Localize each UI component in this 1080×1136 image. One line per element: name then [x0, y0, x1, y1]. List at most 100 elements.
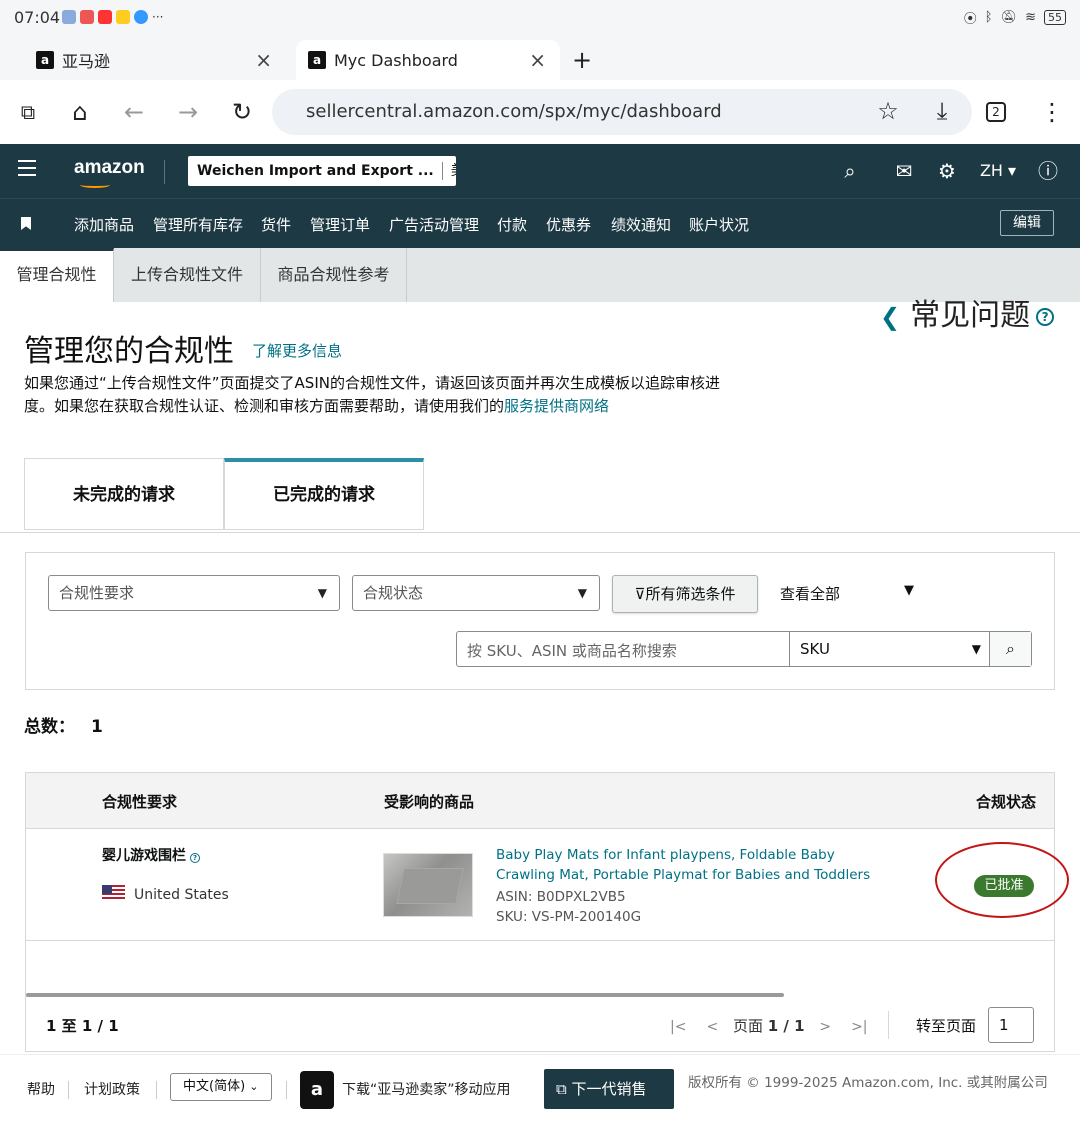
battery-icon: 55 [1044, 10, 1066, 25]
browser-tab-dashboard[interactable]: a Myc Dashboard × [296, 40, 560, 80]
hamburger-menu-icon[interactable] [18, 160, 36, 181]
divider [164, 160, 165, 184]
pagination: |< < 页面 1 / 1 > >| [660, 1015, 878, 1036]
nav-item-coupons[interactable]: 优惠券 [546, 214, 591, 235]
seller-app-icon[interactable]: a [300, 1071, 334, 1109]
amazon-favicon-icon: a [36, 51, 54, 69]
us-flag-icon [102, 885, 125, 901]
meituan-icon [116, 10, 130, 24]
search-bar: 按 SKU、ASIN 或商品名称搜索 SKU ▼ ⌕ [456, 631, 1032, 667]
home-icon[interactable]: ⌂ [66, 98, 94, 126]
help-icon: ? [1036, 307, 1055, 326]
nav-item-add-product[interactable]: 添加商品 [74, 214, 134, 235]
chevron-down-icon[interactable]: ▼ [904, 583, 914, 598]
mail-icon[interactable]: ✉ [892, 158, 916, 184]
nav-item-payments[interactable]: 付款 [497, 214, 527, 235]
divider [888, 1011, 889, 1039]
screenshot-icon[interactable]: ⧉ [14, 98, 42, 126]
total-label: 总数： [24, 717, 75, 737]
forward-icon[interactable]: → [174, 98, 202, 126]
tab-open-requests[interactable]: 未完成的请求 [24, 458, 224, 530]
help-icon[interactable]: ⓘ [1036, 158, 1060, 184]
chevron-down-icon: ▼ [577, 586, 587, 600]
page-title: 管理您的合规性 [24, 334, 234, 369]
divider [441, 162, 443, 180]
last-page-icon[interactable]: >| [851, 1019, 867, 1035]
download-icon[interactable]: ⤓ [928, 97, 956, 125]
wifi-icon: ≋ [1025, 10, 1036, 25]
prev-page-icon[interactable]: < [706, 1019, 718, 1035]
faq-link[interactable]: ❮ 常见问题? [880, 290, 1055, 334]
url-field[interactable]: sellercentral.amazon.com/spx/myc/dashboa… [272, 89, 972, 135]
help-link[interactable]: 帮助 [27, 1079, 55, 1099]
nav-item-inventory[interactable]: 管理所有库存 [153, 214, 243, 235]
chevron-down-icon: ⌄ [249, 1080, 259, 1093]
bookmark-icon[interactable] [21, 217, 31, 230]
search-type-value: SKU [800, 640, 830, 658]
filter-panel: 合规性要求 ▼ 合规状态 ▼ ⊽所有筛选条件 查看全部 ▼ 按 SKU、ASIN 或… [25, 552, 1055, 690]
product-title-link[interactable]: Baby Play Mats for Infant playpens, Fold… [496, 845, 886, 885]
divider [0, 532, 1080, 533]
edit-nav-button[interactable]: 编辑 [1000, 210, 1054, 236]
total-value: 1 [91, 717, 103, 737]
status-select[interactable]: 合规状态 ▼ [352, 575, 600, 611]
language-selector[interactable]: ZH ▾ [978, 158, 1018, 184]
all-filters-button[interactable]: ⊽所有筛选条件 [612, 575, 758, 613]
view-all-select[interactable]: 查看全部 [780, 583, 840, 604]
pager-range: 1 至 1 / 1 [46, 1017, 119, 1035]
reload-icon[interactable]: ↻ [228, 98, 256, 126]
nav-item-shipments[interactable]: 货件 [261, 214, 291, 235]
next-gen-label: 下一代销售 [571, 1080, 647, 1098]
new-tab-button[interactable]: + [572, 40, 592, 80]
close-icon[interactable]: × [255, 48, 272, 72]
product-thumbnail[interactable] [383, 853, 473, 917]
page-description: 如果您通过“上传合规性文件”页面提交了ASIN的合规性文件，请返回该页面并再次生… [24, 372, 724, 418]
browser-tab-amazon[interactable]: a 亚马逊 × [36, 40, 286, 80]
first-page-icon[interactable]: |< [670, 1019, 686, 1035]
search-button[interactable]: ⌕ [989, 632, 1031, 666]
country-label: United States [134, 887, 229, 903]
tab-compliance-reference[interactable]: 商品合规性参考 [261, 248, 407, 302]
table-row: 婴儿游戏围栏? United States Baby Play Mats for… [26, 829, 1054, 941]
tab-manage-compliance[interactable]: 管理合规性 [0, 248, 114, 302]
next-gen-selling-button[interactable]: ⧉ 下一代销售 [544, 1069, 674, 1109]
app-download-link[interactable]: 下载“亚马逊卖家”移动应用 [342, 1079, 511, 1099]
chevron-down-icon: ▼ [971, 642, 981, 656]
chevron-down-icon: ▼ [317, 586, 327, 600]
horizontal-scrollbar[interactable] [26, 993, 784, 997]
search-type-select[interactable]: SKU ▼ [789, 632, 991, 666]
next-page-icon[interactable]: > [819, 1019, 831, 1035]
gear-icon[interactable]: ⚙ [935, 158, 959, 184]
service-provider-link[interactable]: 服务提供商网络 [504, 397, 609, 415]
nav-item-performance[interactable]: 绩效通知 [611, 214, 671, 235]
status-select-value: 合规状态 [363, 584, 424, 602]
column-header-product: 受影响的商品 [384, 793, 475, 811]
language-select[interactable]: 中文(简体) ⌄ [170, 1073, 272, 1101]
policy-link[interactable]: 计划政策 [84, 1079, 140, 1099]
page-label: 页面 [732, 1017, 763, 1035]
nav-item-ads[interactable]: 广告活动管理 [389, 214, 479, 235]
tab-completed-requests[interactable]: 已完成的请求 [224, 458, 424, 530]
search-icon[interactable]: ⌕ [838, 158, 862, 184]
filter-icon: ⊽ [634, 585, 646, 603]
info-icon[interactable]: ? [190, 853, 200, 863]
divider [286, 1081, 287, 1099]
goto-page-input[interactable]: 1 [988, 1007, 1034, 1043]
footer: 帮助 计划政策 中文(简体) ⌄ a 下载“亚马逊卖家”移动应用 ⧉ 下一代销售… [0, 1054, 1080, 1136]
search-input[interactable]: 按 SKU、ASIN 或商品名称搜索 [467, 640, 677, 661]
back-icon[interactable]: ← [120, 98, 148, 126]
more-icon: ··· [152, 10, 164, 24]
tab-switcher-button[interactable]: 2 [986, 98, 1014, 122]
close-icon[interactable]: × [529, 48, 546, 72]
store-name: Weichen Import and Export ... [197, 163, 434, 179]
learn-more-link[interactable]: 了解更多信息 [252, 340, 342, 361]
nav-item-orders[interactable]: 管理订单 [310, 214, 370, 235]
amazon-logo[interactable]: amazon [74, 157, 145, 179]
tab-upload-documents[interactable]: 上传合规性文件 [114, 248, 261, 302]
requirement-select[interactable]: 合规性要求 ▼ [48, 575, 340, 611]
description-text: 如果您通过“上传合规性文件”页面提交了ASIN的合规性文件，请返回该页面并再次生… [24, 374, 720, 415]
store-switcher[interactable]: Weichen Import and Export ... 美. [188, 156, 456, 186]
menu-icon[interactable]: ⋮ [1038, 98, 1066, 126]
star-icon[interactable]: ☆ [874, 97, 902, 125]
nav-item-account-health[interactable]: 账户状况 [689, 214, 749, 235]
